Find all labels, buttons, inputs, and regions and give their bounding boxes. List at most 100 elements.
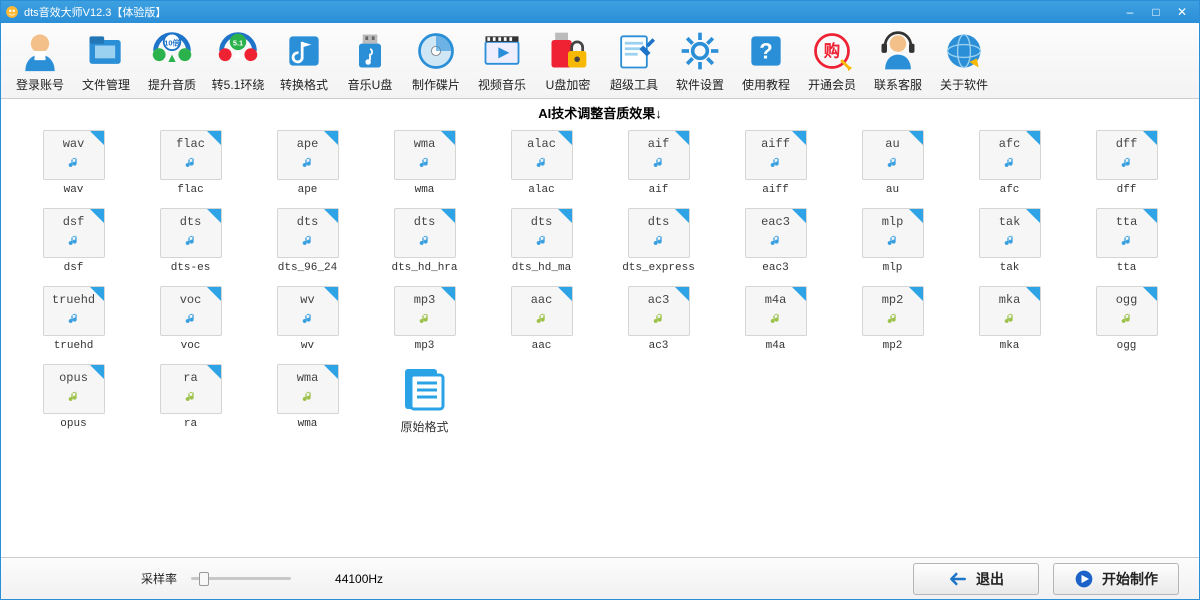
format-label: aiff [762,184,788,196]
file-tile: m4a [745,286,807,336]
login-icon [17,28,63,74]
sample-rate-slider[interactable] [191,572,291,586]
toolbar-login[interactable]: 登录账号 [7,26,73,96]
format-dts-es[interactable]: dtsdts-es [132,206,249,276]
format-dsf[interactable]: dsfdsf [15,206,132,276]
svg-text:?: ? [759,38,772,63]
usbmusic-icon [347,28,393,74]
file-ext: ogg [1116,293,1138,307]
format-mp2[interactable]: mp2mp2 [834,284,951,354]
tools-icon [611,28,657,74]
file-ext: opus [59,371,88,385]
toolbar-surround[interactable]: 5.1转5.1环绕 [205,26,271,96]
format-mp3[interactable]: mp3mp3 [366,284,483,354]
file-tile: mlp [862,208,924,258]
maximize-button[interactable]: □ [1143,3,1169,21]
exit-button-label: 退出 [976,569,1004,589]
format-au[interactable]: auau [834,128,951,198]
file-ext: wma [297,371,319,385]
start-button[interactable]: 开始制作 [1053,563,1179,595]
format-aif[interactable]: aifaif [600,128,717,198]
format-ac3[interactable]: ac3ac3 [600,284,717,354]
format-afc[interactable]: afcafc [951,128,1068,198]
toolbar-tools[interactable]: 超级工具 [601,26,667,96]
format-dff[interactable]: dffdff [1068,128,1185,198]
music-note-icon [183,389,199,410]
toolbar-label: 文件管理 [82,76,130,93]
toolbar-about[interactable]: 关于软件 [931,26,997,96]
file-tile: dts [277,208,339,258]
format-flac[interactable]: flacflac [132,128,249,198]
music-note-icon [534,155,550,176]
music-note-icon [66,155,82,176]
format-ogg[interactable]: oggogg [1068,284,1185,354]
toolbar-files[interactable]: 文件管理 [73,26,139,96]
format-m4a[interactable]: m4am4a [717,284,834,354]
file-ext: ape [297,137,319,151]
format-wma[interactable]: wmawma [366,128,483,198]
format-ape[interactable]: apeape [249,128,366,198]
file-ext: wv [300,293,314,307]
toolbar-settings[interactable]: 软件设置 [667,26,733,96]
minimize-button[interactable]: – [1117,3,1143,21]
toolbar-quality[interactable]: 10倍提升音质 [139,26,205,96]
close-button[interactable]: ✕ [1169,3,1195,21]
disc-icon [413,28,459,74]
format-opus[interactable]: opus opus [15,362,132,437]
format-label: alac [528,184,554,196]
file-tile: tta [1096,208,1158,258]
file-tile: ra [160,364,222,414]
format-truehd[interactable]: truehdtruehd [15,284,132,354]
format-dts_hd_ma[interactable]: dtsdts_hd_ma [483,206,600,276]
format-label: dsf [64,262,84,274]
settings-icon [677,28,723,74]
window-title: dts音效大师V12.3【体验版】 [24,4,166,20]
toolbar-support[interactable]: 联系客服 [865,26,931,96]
file-tile: dff [1096,130,1158,180]
original-format-icon [397,364,453,414]
titlebar: dts音效大师V12.3【体验版】 – □ ✕ [1,1,1199,23]
music-note-icon [183,311,199,332]
format-tak[interactable]: taktak [951,206,1068,276]
file-ext: mp3 [414,293,436,307]
format-label: opus [60,418,86,430]
toolbar-usbenc[interactable]: U盘加密 [535,26,601,96]
format-wma[interactable]: wmawma [249,362,366,437]
about-icon [941,28,987,74]
toolbar-usbmusic[interactable]: 音乐U盘 [337,26,403,96]
format-dts_express[interactable]: dtsdts_express [600,206,717,276]
format-voc[interactable]: vocvoc [132,284,249,354]
toolbar-label: 联系客服 [874,76,922,93]
file-tile: aac [511,286,573,336]
format-mlp[interactable]: mlpmlp [834,206,951,276]
format-dts_96_24[interactable]: dtsdts_96_24 [249,206,366,276]
format-aiff[interactable]: aiffaiff [717,128,834,198]
music-note-icon [300,155,316,176]
format-ra[interactable]: rara [132,362,249,437]
format-wav[interactable]: wavwav [15,128,132,198]
file-ext: au [885,137,899,151]
format-label: tak [1000,262,1020,274]
format-mka[interactable]: mkamka [951,284,1068,354]
file-tile: ac3 [628,286,690,336]
music-note-icon [768,233,784,254]
music-note-icon [1119,233,1135,254]
file-tile: truehd [43,286,105,336]
music-note-icon [66,389,82,410]
toolbar-video[interactable]: 视频音乐 [469,26,535,96]
format-label: aif [649,184,669,196]
format-aac[interactable]: aacaac [483,284,600,354]
toolbar-disc[interactable]: 制作碟片 [403,26,469,96]
format-tta[interactable]: ttatta [1068,206,1185,276]
sample-rate-label: 采样率 [141,570,177,587]
toolbar-tutorial[interactable]: ?使用教程 [733,26,799,96]
format-dts_hd_hra[interactable]: dtsdts_hd_hra [366,206,483,276]
format-label: dts-es [171,262,211,274]
exit-button[interactable]: 退出 [913,563,1039,595]
format-eac3[interactable]: eac3eac3 [717,206,834,276]
toolbar-convert[interactable]: 转换格式 [271,26,337,96]
format-original[interactable]: 原始格式 [366,362,483,437]
format-alac[interactable]: alacalac [483,128,600,198]
toolbar-member[interactable]: 购开通会员 [799,26,865,96]
format-wv[interactable]: wvwv [249,284,366,354]
